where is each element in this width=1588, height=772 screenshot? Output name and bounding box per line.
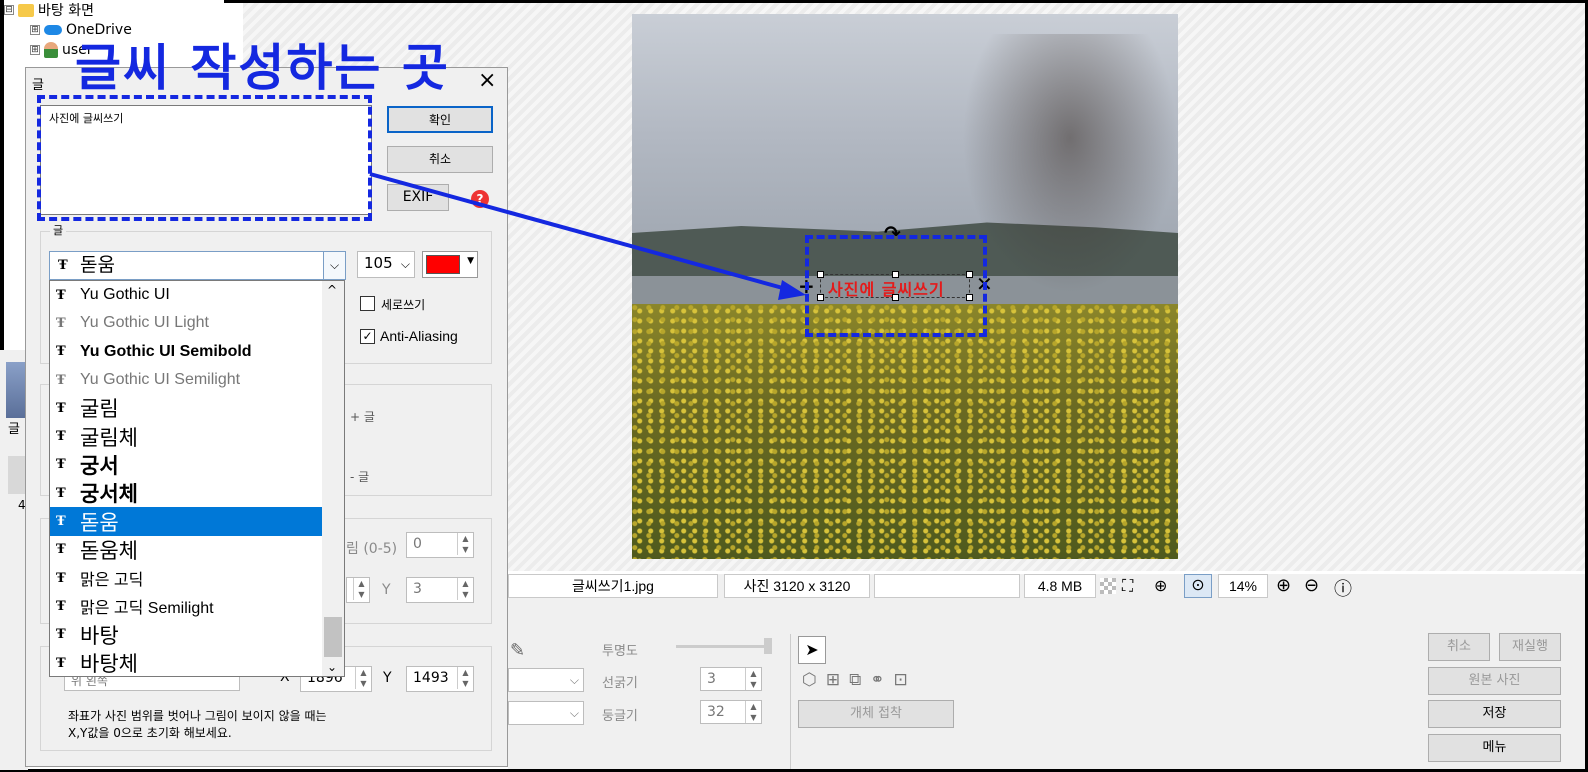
annotation-arrow — [369, 172, 806, 300]
